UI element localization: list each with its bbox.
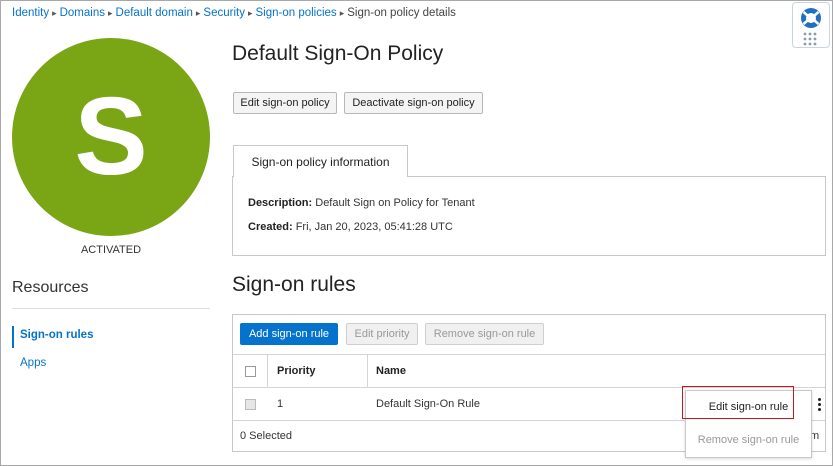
info-panel [232,176,826,256]
status-badge: ACTIVATED [80,244,142,256]
created-row: Created: Fri, Jan 20, 2023, 05:41:28 UTC [248,221,453,233]
sidebar-item-apps[interactable]: Apps [12,357,46,369]
description-label: Description: [248,197,313,209]
select-all-checkbox[interactable] [245,366,256,377]
selected-count: 0 Selected [240,430,292,442]
breadcrumb-separator-icon: ▸ [195,8,201,18]
divider [12,308,210,309]
kebab-icon[interactable] [810,393,827,415]
row-checkbox[interactable] [245,399,256,410]
page-title: Default Sign-On Policy [232,42,444,65]
section-title: Sign-on rules [232,273,356,296]
row-priority: 1 [277,398,284,410]
breadcrumb-separator-icon: ▸ [52,8,57,18]
highlight-box [682,386,794,419]
created-value: Fri, Jan 20, 2023, 05:41:28 UTC [295,221,453,233]
lifebuoy-icon[interactable] [799,6,823,30]
resources-title: Resources [12,279,89,296]
created-label: Created: [248,221,293,233]
add-sign-on-rule-button[interactable]: Add sign-on rule [240,323,338,345]
divider [267,355,268,387]
edit-priority-button[interactable]: Edit priority [346,323,418,345]
breadcrumb-current: Sign-on policy details [347,7,456,19]
column-header-priority[interactable]: Priority [277,365,316,377]
breadcrumb-security[interactable]: Security [203,7,245,19]
breadcrumb-default-domain[interactable]: Default domain [116,7,193,19]
help-widget[interactable] [792,2,830,48]
breadcrumb-separator-icon: ▸ [108,8,113,18]
breadcrumb-separator-icon: ▸ [339,8,345,18]
avatar: S [12,38,210,236]
divider [233,354,825,355]
menu-item-remove-sign-on-rule[interactable]: Remove sign-on rule [686,434,811,446]
breadcrumb-separator-icon: ▸ [247,8,253,18]
breadcrumb-identity[interactable]: Identity [12,7,49,19]
column-header-name[interactable]: Name [376,365,406,377]
sidebar-item-sign-on-rules[interactable]: Sign-on rules [12,326,93,348]
divider [367,355,368,387]
deactivate-sign-on-policy-button[interactable]: Deactivate sign-on policy [344,92,483,114]
tab-sign-on-policy-information[interactable]: Sign-on policy information [233,145,408,177]
edit-sign-on-policy-button[interactable]: Edit sign-on policy [233,92,337,114]
remove-sign-on-rule-button[interactable]: Remove sign-on rule [425,323,544,345]
description-value: Default Sign on Policy for Tenant [315,197,475,209]
breadcrumb-sign-on-policies[interactable]: Sign-on policies [256,7,337,19]
grid-dots-icon[interactable] [803,32,817,46]
row-name: Default Sign-On Rule [376,398,480,410]
description-row: Description: Default Sign on Policy for … [248,197,475,209]
breadcrumb: Identity ▸ Domains ▸ Default domain ▸ Security… [12,7,456,19]
breadcrumb-domains[interactable]: Domains [60,7,105,19]
